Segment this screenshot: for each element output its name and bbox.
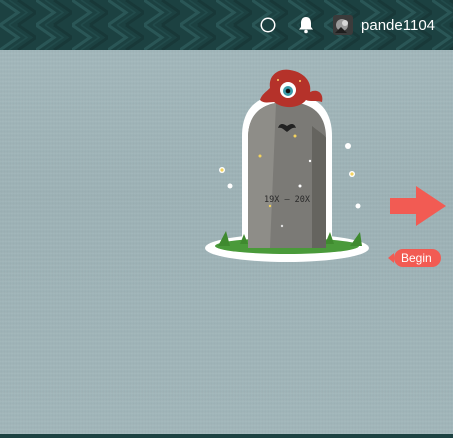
tombstone-text: 19X — 20X [264,195,311,205]
next-arrow-button[interactable] [386,184,453,228]
begin-label: Begin [394,249,441,267]
bell-icon[interactable] [295,14,317,36]
user-toolbar: pande1104 [257,0,435,50]
avatar[interactable] [333,15,354,35]
compass-icon[interactable] [257,14,279,36]
top-bar: pande1104 [0,0,453,50]
arrow-right-icon [390,186,446,226]
begin-button[interactable]: Begin [388,249,441,267]
username[interactable]: pande1104 [361,17,435,34]
tombstone-illustration: 19X — 20X [205,69,369,262]
bottom-edge [0,434,453,438]
app-window: pande1104 19X — 20X Begin [0,0,453,438]
